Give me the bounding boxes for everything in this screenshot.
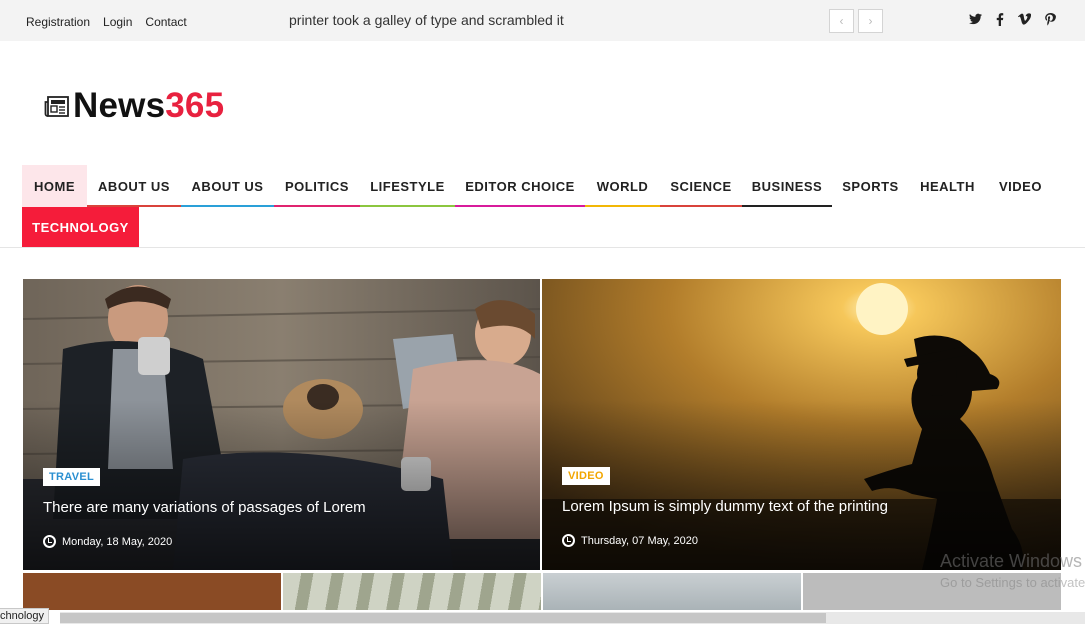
top-bar: Registration Login Contact printer took … xyxy=(0,0,1085,41)
nav-item-label: SCIENCE xyxy=(670,178,732,194)
category-badge-video[interactable]: VIDEO xyxy=(562,467,610,485)
card-date-text: Monday, 18 May, 2020 xyxy=(62,535,173,548)
nav-item-editor-choice[interactable]: EDITOR CHOICE xyxy=(455,165,585,207)
nav-divider xyxy=(0,247,1085,248)
link-status-bar: chnology xyxy=(0,608,50,624)
nav-item-about-us[interactable]: ABOUT US xyxy=(87,165,181,207)
nav-item-health[interactable]: HEALTH xyxy=(909,165,986,207)
contact-link[interactable]: Contact xyxy=(145,15,186,29)
activate-windows-subtext: Go to Settings to activate Windows. xyxy=(940,575,1085,590)
nav-item-label: TECHNOLOGY xyxy=(32,219,129,235)
nav-item-label: WORLD xyxy=(596,178,649,194)
featured-card-video[interactable]: VIDEO Lorem Ipsum is simply dummy text o… xyxy=(542,279,1061,570)
thumbnail-image[interactable] xyxy=(23,573,281,610)
nav-item-about-us-2[interactable]: ABOUT US xyxy=(181,165,274,207)
horizontal-scrollbar[interactable] xyxy=(60,612,1085,624)
nav-item-lifestyle[interactable]: LIFESTYLE xyxy=(360,165,455,207)
nav-item-label: POLITICS xyxy=(285,178,349,194)
ticker-prev-button[interactable]: ‹ xyxy=(829,9,854,33)
card-title[interactable]: There are many variations of passages of… xyxy=(43,499,366,516)
featured-card-travel[interactable]: TRAVEL There are many variations of pass… xyxy=(23,279,540,570)
nav-item-label: HOME xyxy=(34,178,75,194)
nav-item-world[interactable]: WORLD xyxy=(585,165,660,207)
thumbnail-image[interactable] xyxy=(543,573,801,610)
activate-windows-watermark: Activate Windows xyxy=(940,551,1083,571)
facebook-icon[interactable] xyxy=(996,13,1004,30)
logo-text: News365 xyxy=(73,86,224,126)
top-links: Registration Login Contact xyxy=(26,15,200,29)
nav-item-label: EDITOR CHOICE xyxy=(465,178,575,194)
chevron-left-icon: ‹ xyxy=(839,14,844,28)
ticker-next-button[interactable]: › xyxy=(858,9,883,33)
nav-item-label: LIFESTYLE xyxy=(370,178,445,194)
login-link[interactable]: Login xyxy=(103,15,132,29)
nav-item-label: ABOUT US xyxy=(191,178,264,194)
nav-underline xyxy=(742,205,832,207)
clock-icon xyxy=(43,535,56,548)
status-url-text: chnology xyxy=(0,610,45,622)
nav-underline xyxy=(660,205,742,207)
nav-item-label: ABOUT US xyxy=(98,178,170,194)
nav-item-label: BUSINESS xyxy=(751,178,823,194)
pinterest-icon[interactable] xyxy=(1045,13,1056,30)
nav-underline xyxy=(274,205,360,207)
nav-item-video[interactable]: VIDEO xyxy=(986,165,1055,207)
nav-item-politics[interactable]: POLITICS xyxy=(274,165,360,207)
nav-underline xyxy=(585,205,660,207)
nav-item-home[interactable]: HOME xyxy=(22,165,87,207)
nav-item-label: HEALTH xyxy=(920,178,975,194)
badge-label: VIDEO xyxy=(568,470,604,482)
scrollbar-thumb[interactable] xyxy=(60,613,826,623)
clock-icon xyxy=(562,534,575,547)
nav-item-label: SPORTS xyxy=(842,178,899,194)
nav-item-sports[interactable]: SPORTS xyxy=(832,165,909,207)
logo-text-main: News xyxy=(73,86,166,125)
card-date-text: Thursday, 07 May, 2020 xyxy=(581,534,698,547)
category-badge-travel[interactable]: TRAVEL xyxy=(43,468,100,486)
chevron-right-icon: › xyxy=(868,14,873,28)
newspaper-icon xyxy=(44,93,70,119)
badge-label: TRAVEL xyxy=(49,471,94,483)
card-title[interactable]: Lorem Ipsum is simply dummy text of the … xyxy=(562,498,888,515)
nav-item-business[interactable]: BUSINESS xyxy=(742,165,832,207)
registration-link[interactable]: Registration xyxy=(26,15,90,29)
nav-item-science[interactable]: SCIENCE xyxy=(660,165,742,207)
nav-underline xyxy=(455,205,585,207)
twitter-icon[interactable] xyxy=(969,13,982,29)
nav-underline xyxy=(360,205,455,207)
thumbnail-image[interactable] xyxy=(283,573,541,610)
card-date: Thursday, 07 May, 2020 xyxy=(562,534,698,547)
nav-underline xyxy=(181,205,274,207)
nav-item-label: VIDEO xyxy=(999,178,1042,194)
logo-text-accent: 365 xyxy=(165,86,225,125)
vimeo-icon[interactable] xyxy=(1018,13,1032,29)
site-logo[interactable]: News365 xyxy=(44,86,224,126)
news-ticker-text[interactable]: printer took a galley of type and scramb… xyxy=(289,12,564,28)
nav-item-technology[interactable]: TECHNOLOGY xyxy=(22,207,139,247)
card-date: Monday, 18 May, 2020 xyxy=(43,535,172,548)
